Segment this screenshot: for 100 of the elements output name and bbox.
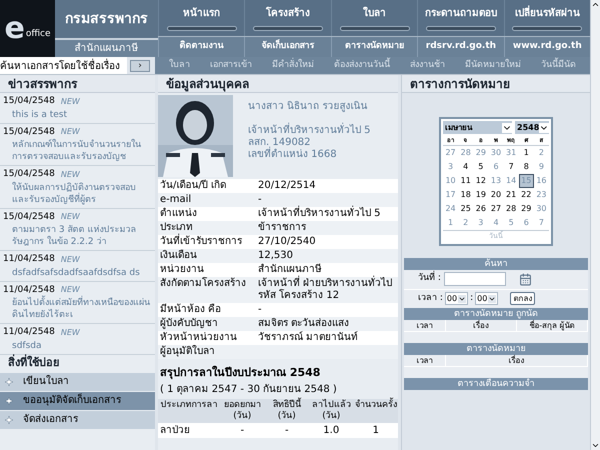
calendar-day[interactable]: 4	[488, 216, 504, 230]
news-date: 15/04/2548	[3, 95, 55, 108]
calendar-day[interactable]: 13	[488, 174, 504, 188]
year-select[interactable]: 2548	[515, 121, 549, 134]
calendar-day[interactable]: 12	[473, 174, 488, 188]
calendar-day[interactable]: 5	[504, 216, 519, 230]
detail-value: เจ้าหน้าที่ ฝ่ายบริหารงานทั่วไป รหัส โครงสร้าง 12	[258, 278, 396, 302]
new-label: NEW	[60, 126, 80, 138]
calendar-day[interactable]: 3	[443, 160, 458, 174]
detail-label: ผู้บังคับบัญชา	[160, 318, 219, 330]
detail-label: มีหน้าห้อง คือ	[160, 304, 222, 316]
calendar-day[interactable]: 24	[443, 202, 458, 216]
calendar-day[interactable]: 7	[504, 160, 519, 174]
calendar-day[interactable]: 28	[458, 146, 474, 160]
detail-label: เงินเดือน	[160, 250, 198, 262]
calendar-icon[interactable]	[518, 272, 532, 286]
panel-header: ค้นหา	[404, 258, 588, 270]
news-date: 15/04/2548	[3, 210, 55, 224]
dropdown-icon	[488, 294, 496, 302]
calendar-day[interactable]: 29	[518, 202, 534, 216]
calendar-day[interactable]: 6	[518, 216, 534, 230]
submit-button[interactable]: ตกลง	[510, 292, 536, 305]
profile-line: นางสาว นิธินาถ รวยสูงเนิน	[248, 101, 368, 113]
dropdown-icon	[502, 122, 512, 132]
date-label: วันที่ :	[418, 272, 441, 286]
time-separator: :	[470, 292, 474, 305]
dropdown-icon	[458, 294, 466, 302]
alert-link[interactable]: เอกสารเข้า	[210, 58, 252, 72]
calendar-day[interactable]: 1	[443, 216, 458, 230]
alert-link[interactable]: ใบลา	[169, 58, 190, 72]
calendar-day[interactable]: 23	[534, 188, 549, 202]
calendar-day[interactable]: 20	[488, 188, 504, 202]
news-date: 15/04/2548	[3, 126, 55, 138]
alert-link[interactable]: วันนี้มีนัด	[541, 58, 576, 72]
scroll-up-icon[interactable]	[591, 0, 600, 9]
calendar-day[interactable]: 14	[504, 174, 519, 188]
search-field[interactable]: ค้นหาเอกสารโดยใช้ชื่อเรื่อง	[0, 57, 127, 74]
calendar-day[interactable]: 17	[443, 188, 458, 202]
column-header: เรื่อง	[446, 320, 517, 330]
column-header: เวลา	[404, 320, 446, 330]
news-link[interactable]: sdfsda	[3, 340, 152, 352]
date-field[interactable]	[444, 272, 506, 286]
calendar-day[interactable]: 7	[534, 216, 549, 230]
news-date: 15/04/2548	[3, 168, 55, 181]
calendar-day[interactable]: 6	[488, 160, 504, 174]
calendar-day[interactable]: 25	[458, 202, 474, 216]
calendar-day[interactable]: 16	[534, 174, 549, 188]
alert-link[interactable]: ต้องส่งงานวันนี้	[334, 58, 390, 72]
calendar-day[interactable]: 31	[504, 146, 519, 160]
calendar-day[interactable]: 22	[518, 188, 534, 202]
time-label: เวลา :	[418, 292, 443, 305]
news-link[interactable]: ให้นับผลการปฏิบัติงานตรวจสอบและรับรองบัญชีที่ผู้ตร	[3, 182, 152, 206]
calendar-day[interactable]: 10	[443, 174, 458, 188]
calendar-day[interactable]: 5	[473, 160, 488, 174]
scrollbar[interactable]	[590, 0, 600, 450]
detail-label: e-mail	[160, 194, 192, 206]
search-button[interactable]: ›	[130, 60, 150, 72]
alert-link[interactable]: มีนัดหมายใหม่	[465, 58, 521, 72]
detail-label: ประเภท	[160, 222, 194, 234]
news-link[interactable]: dsfadfsafsdadfsaafdsdfsa ds	[3, 266, 152, 278]
calendar-day[interactable]: 18	[458, 188, 474, 202]
calendar-day[interactable]: 27	[488, 202, 504, 216]
detail-value: -	[258, 194, 262, 206]
calendar-day[interactable]: 8	[518, 160, 534, 174]
table-cell-text: -	[239, 424, 246, 438]
table-cell-text: ลาป่วย	[159, 424, 191, 438]
calendar-day[interactable]: 19	[473, 188, 488, 202]
calendar-day[interactable]: 2	[458, 216, 474, 230]
section-header: ตารางการนัดหมาย	[402, 75, 590, 93]
calendar-day[interactable]: 3	[473, 216, 488, 230]
calendar-day[interactable]: 1	[518, 146, 534, 160]
column-header: เวลา	[404, 354, 446, 366]
news-link[interactable]: หลักเกณฑ์ในการนับจำนวนรายในการตรวจสอบและรับรองบัญช	[3, 139, 152, 163]
calendar-day[interactable]: 26	[473, 202, 488, 216]
calendar-day[interactable]: 27	[443, 146, 458, 160]
new-label: NEW	[60, 284, 80, 296]
calendar-day[interactable]: 21	[504, 188, 519, 202]
calendar-day[interactable]: 29	[473, 146, 488, 160]
news-link[interactable]: ตามมาตรา 3 สัตต แห่งประมวลรัษฎากร ในข้อ 2.2.2 ว่า	[3, 224, 152, 248]
panel-header: ตารางนัดหมาย	[404, 342, 588, 354]
calendar-day[interactable]: 30	[534, 202, 549, 216]
alert-link[interactable]: ส่งงานช้า	[410, 58, 445, 72]
calendar-day[interactable]: 9	[534, 160, 549, 174]
calendar-day[interactable]: 11	[458, 174, 474, 188]
shortcut-item[interactable]: จัดส่งเอกสาร	[0, 410, 155, 428]
calendar-day[interactable]: 30	[488, 146, 504, 160]
detail-value: 27/10/2540	[258, 236, 316, 248]
calendar-day[interactable]: 2	[534, 146, 549, 160]
minute-select[interactable]: 00	[475, 292, 498, 305]
alert-link[interactable]: มีคำสั่งใหม่	[272, 58, 314, 72]
leave-summary-title: สรุปการลาในปีงบประมาณ 2548	[160, 365, 322, 382]
calendar-day[interactable]: 4	[458, 160, 474, 174]
hour-select[interactable]: 00	[444, 292, 468, 305]
news-link[interactable]: this is a test	[3, 108, 152, 120]
calendar-day[interactable]: 28	[504, 202, 519, 216]
shortcut-item[interactable]: เขียนใบลา	[0, 372, 155, 390]
shortcut-item[interactable]: ขออนุมัติจัดเก็บเอกสาร	[0, 392, 155, 410]
news-link[interactable]: ย้อนไปตั้งแต่สมัยที่ทางเหนือของแผ่นดินไทยยังไร้ตะเ	[3, 297, 152, 321]
scroll-down-icon[interactable]	[591, 441, 600, 450]
month-select[interactable]: เมษายน	[443, 121, 512, 134]
